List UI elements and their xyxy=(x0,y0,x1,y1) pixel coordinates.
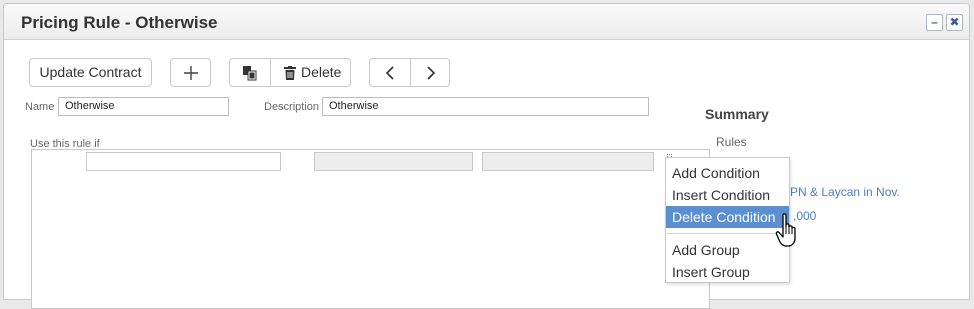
chevron-left-icon xyxy=(385,66,394,80)
copy-delete-group: Delete xyxy=(229,58,351,87)
update-contract-button[interactable]: Update Contract xyxy=(29,58,152,87)
description-field[interactable]: Otherwise xyxy=(322,97,649,116)
summary-rule-link-1[interactable]: PN & Laycan in Nov. xyxy=(790,185,900,199)
rules-label: Rules xyxy=(716,135,747,149)
close-icon[interactable]: ✖ xyxy=(946,14,963,31)
copy-icon xyxy=(243,66,257,81)
condition-field-input[interactable] xyxy=(86,152,281,171)
chevron-right-icon xyxy=(427,66,436,80)
delete-label: Delete xyxy=(301,64,342,80)
hand-cursor-icon xyxy=(775,213,796,247)
menu-item-insert-condition[interactable]: Insert Condition xyxy=(666,184,789,206)
menu-item-add-group[interactable]: Add Group xyxy=(666,239,789,261)
window-title: Pricing Rule - Otherwise xyxy=(21,13,218,32)
rule-conditions-area xyxy=(31,149,710,309)
menu-item-add-condition[interactable]: Add Condition xyxy=(666,162,789,184)
summary-title: Summary xyxy=(705,106,769,122)
copy-button[interactable] xyxy=(230,59,270,86)
condition-value-input[interactable] xyxy=(482,152,654,171)
menu-separator xyxy=(666,233,789,234)
window-titlebar: Pricing Rule - Otherwise – ✖ xyxy=(4,4,969,40)
menu-item-delete-condition[interactable]: Delete Condition xyxy=(666,206,789,228)
condition-operator-select[interactable] xyxy=(314,152,473,171)
name-field[interactable]: Otherwise xyxy=(58,97,229,116)
navigation-group xyxy=(369,58,450,87)
next-button[interactable] xyxy=(410,59,449,86)
menu-item-insert-group[interactable]: Insert Group xyxy=(666,261,789,283)
minimize-icon[interactable]: – xyxy=(926,14,943,31)
description-label: Description xyxy=(264,101,320,113)
plus-icon xyxy=(184,66,198,80)
trash-icon xyxy=(284,66,296,80)
condition-context-menu: Add Condition Insert Condition Delete Co… xyxy=(665,157,790,283)
name-label: Name xyxy=(25,101,55,113)
previous-button[interactable] xyxy=(370,59,410,86)
delete-button[interactable]: Delete xyxy=(270,59,350,86)
add-button[interactable] xyxy=(170,58,211,87)
